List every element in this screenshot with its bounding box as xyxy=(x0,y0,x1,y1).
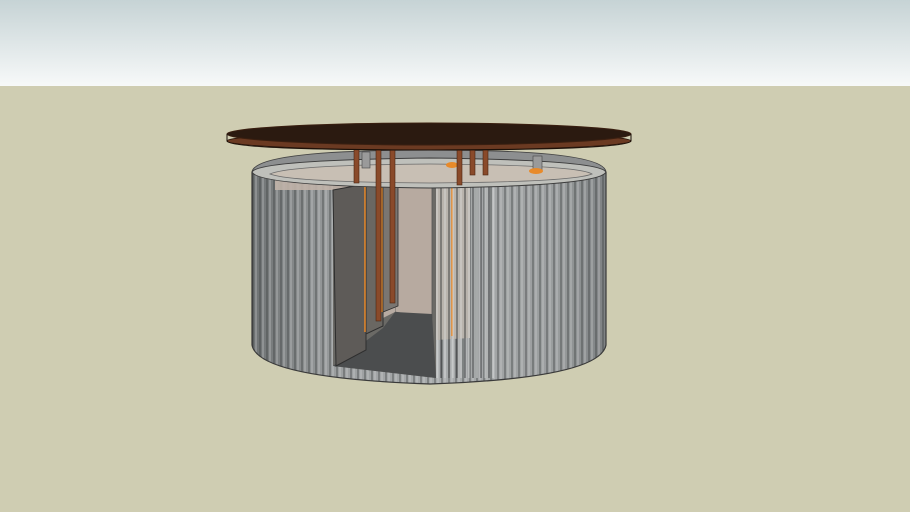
fixture-left xyxy=(361,151,371,169)
restroom-pavilion-model xyxy=(226,122,632,385)
right-stall xyxy=(436,172,496,378)
fixture-right xyxy=(532,155,543,171)
roof-disc xyxy=(226,122,632,151)
3d-viewport[interactable] xyxy=(0,0,910,512)
stall-door-left xyxy=(332,183,367,367)
